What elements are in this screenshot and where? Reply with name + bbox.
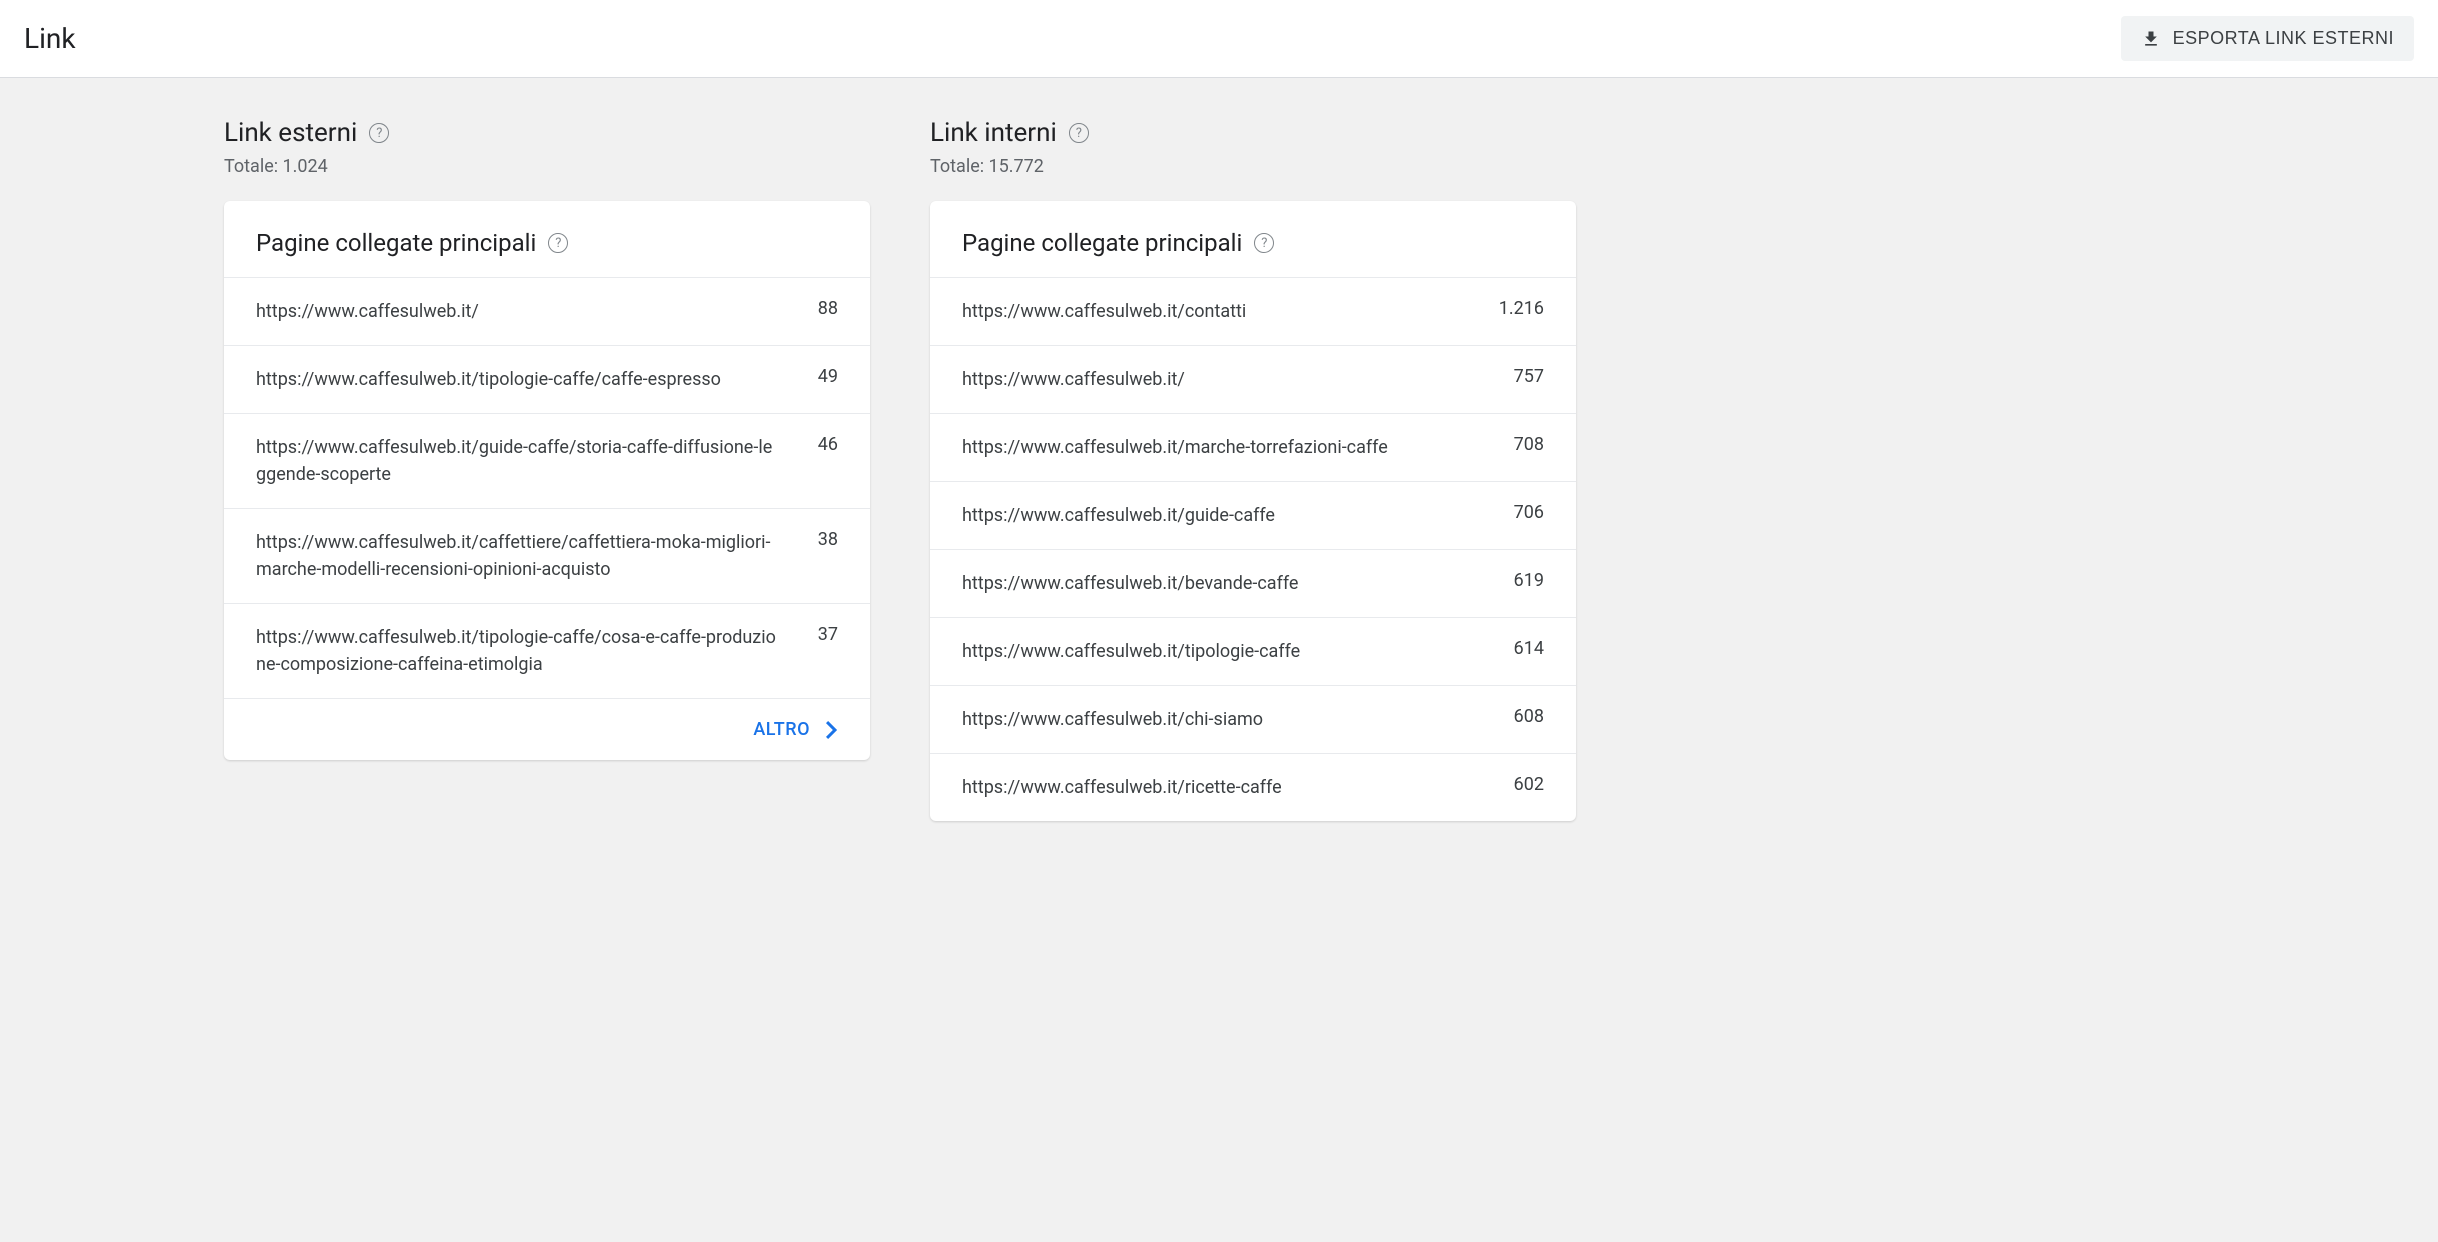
link-url: https://www.caffesulweb.it/tipologie-caf… (256, 624, 818, 678)
link-count: 619 (1514, 570, 1544, 591)
link-count: 708 (1514, 434, 1544, 455)
link-row[interactable]: https://www.caffesulweb.it/guide-caffe 7… (930, 481, 1576, 549)
link-url: https://www.caffesulweb.it/guide-caffe (962, 502, 1514, 529)
link-row[interactable]: https://www.caffesulweb.it/chi-siamo 608 (930, 685, 1576, 753)
link-url: https://www.caffesulweb.it/tipologie-caf… (256, 366, 818, 393)
link-row[interactable]: https://www.caffesulweb.it/tipologie-caf… (930, 617, 1576, 685)
link-url: https://www.caffesulweb.it/ (962, 366, 1514, 393)
help-icon[interactable]: ? (369, 123, 389, 143)
link-url: https://www.caffesulweb.it/caffettiere/c… (256, 529, 818, 583)
help-icon[interactable]: ? (1254, 233, 1274, 253)
link-row[interactable]: https://www.caffesulweb.it/ 757 (930, 345, 1576, 413)
link-row[interactable]: https://www.caffesulweb.it/tipologie-caf… (224, 345, 870, 413)
page-title: Link (24, 22, 76, 55)
external-card-title: Pagine collegate principali (256, 229, 536, 257)
chevron-right-icon (826, 721, 838, 739)
internal-section-title: Link interni (930, 118, 1057, 148)
more-link-label: ALTRO (753, 719, 810, 740)
link-count: 37 (818, 624, 838, 645)
help-icon[interactable]: ? (548, 233, 568, 253)
internal-total-label: Totale: 15.772 (930, 156, 1576, 177)
link-row[interactable]: https://www.caffesulweb.it/marche-torref… (930, 413, 1576, 481)
link-url: https://www.caffesulweb.it/contatti (962, 298, 1499, 325)
internal-links-column: Link interni ? Totale: 15.772 Pagine col… (930, 118, 1576, 821)
external-total-label: Totale: 1.024 (224, 156, 870, 177)
link-count: 706 (1514, 502, 1544, 523)
more-link[interactable]: ALTRO (753, 719, 838, 740)
internal-section-header: Link interni ? Totale: 15.772 (930, 118, 1576, 177)
link-count: 38 (818, 529, 838, 550)
external-section-header: Link esterni ? Totale: 1.024 (224, 118, 870, 177)
link-url: https://www.caffesulweb.it/guide-caffe/s… (256, 434, 818, 488)
link-count: 1.216 (1499, 298, 1544, 319)
link-row[interactable]: https://www.caffesulweb.it/guide-caffe/s… (224, 413, 870, 508)
internal-card-title: Pagine collegate principali (962, 229, 1242, 257)
link-row[interactable]: https://www.caffesulweb.it/caffettiere/c… (224, 508, 870, 603)
link-url: https://www.caffesulweb.it/bevande-caffe (962, 570, 1514, 597)
header-bar: Link ESPORTA LINK ESTERNI (0, 0, 2438, 78)
export-external-links-button[interactable]: ESPORTA LINK ESTERNI (2121, 16, 2414, 61)
link-count: 614 (1514, 638, 1544, 659)
link-row[interactable]: https://www.caffesulweb.it/ricette-caffe… (930, 753, 1576, 821)
link-count: 46 (818, 434, 838, 455)
link-row[interactable]: https://www.caffesulweb.it/contatti 1.21… (930, 277, 1576, 345)
link-url: https://www.caffesulweb.it/ricette-caffe (962, 774, 1514, 801)
external-links-card: Pagine collegate principali ? https://ww… (224, 201, 870, 760)
link-row[interactable]: https://www.caffesulweb.it/ 88 (224, 277, 870, 345)
download-icon (2141, 29, 2161, 49)
link-url: https://www.caffesulweb.it/marche-torref… (962, 434, 1514, 461)
link-row[interactable]: https://www.caffesulweb.it/tipologie-caf… (224, 603, 870, 698)
link-url: https://www.caffesulweb.it/tipologie-caf… (962, 638, 1514, 665)
link-count: 608 (1514, 706, 1544, 727)
link-count: 88 (818, 298, 838, 319)
internal-links-card: Pagine collegate principali ? https://ww… (930, 201, 1576, 821)
link-url: https://www.caffesulweb.it/chi-siamo (962, 706, 1514, 733)
link-url: https://www.caffesulweb.it/ (256, 298, 818, 325)
link-count: 49 (818, 366, 838, 387)
external-links-column: Link esterni ? Totale: 1.024 Pagine coll… (224, 118, 870, 821)
export-button-label: ESPORTA LINK ESTERNI (2173, 28, 2394, 49)
link-count: 602 (1514, 774, 1544, 795)
link-row[interactable]: https://www.caffesulweb.it/bevande-caffe… (930, 549, 1576, 617)
help-icon[interactable]: ? (1069, 123, 1089, 143)
external-section-title: Link esterni (224, 118, 357, 148)
content: Link esterni ? Totale: 1.024 Pagine coll… (200, 78, 1600, 861)
link-count: 757 (1514, 366, 1544, 387)
